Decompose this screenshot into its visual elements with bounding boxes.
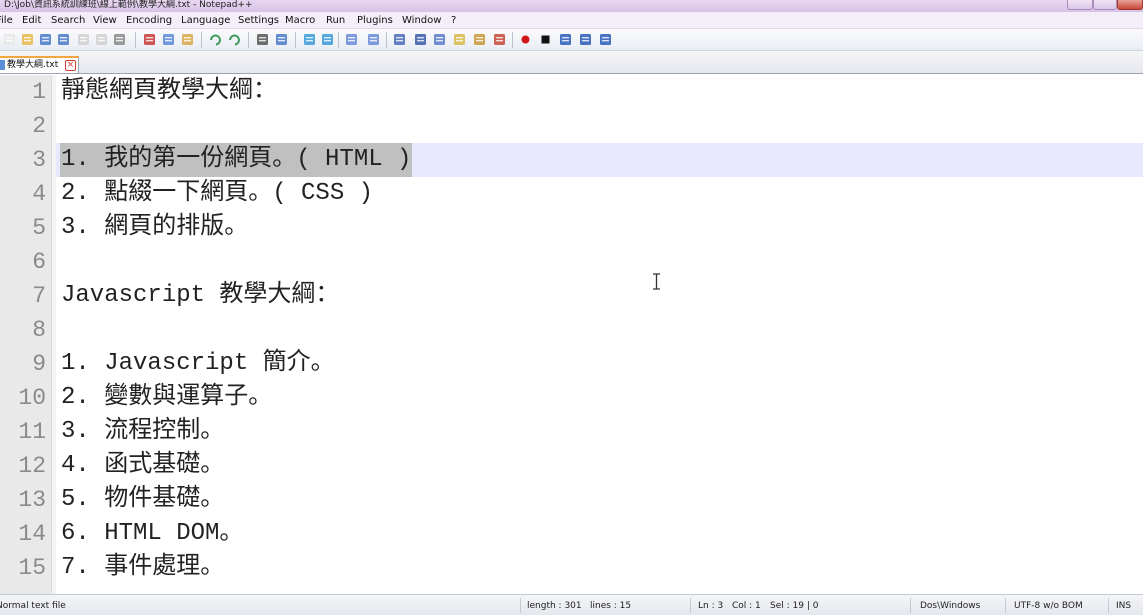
maximize-button[interactable] <box>1093 0 1117 10</box>
save-icon[interactable] <box>38 32 53 47</box>
close-window-button[interactable] <box>1117 0 1143 10</box>
save-macro-icon[interactable] <box>598 32 613 47</box>
editor[interactable]: 1 靜態網頁教學大綱： 2 3 1. 我的第一份網頁。( HTML ) 4 2. 點綴一下網… <box>0 75 1143 594</box>
find-icon[interactable] <box>255 32 270 47</box>
status-col: Col : 1 <box>732 601 761 611</box>
line-number: 2 <box>32 113 46 139</box>
sync-horizontal-icon[interactable] <box>366 32 381 47</box>
window-title: D:\Job\資訊系統訓練班\線上範例\教學大綱.txt - Notepad++ <box>4 0 253 10</box>
editor-line: 2. 點綴一下網頁。( CSS ) <box>61 180 374 207</box>
line-number: 9 <box>32 351 46 377</box>
save-all-icon[interactable] <box>56 32 71 47</box>
menu-settings[interactable]: Settings <box>238 14 279 27</box>
tab-close-icon[interactable]: × <box>65 60 76 71</box>
close-all-icon[interactable] <box>94 32 109 47</box>
status-eol: Dos\Windows <box>920 601 981 611</box>
line-number: 6 <box>32 249 46 275</box>
word-wrap-icon[interactable] <box>392 32 407 47</box>
toolbar <box>0 29 1143 51</box>
tab-label: 教學大綱.txt <box>7 60 59 70</box>
menu-file[interactable]: File <box>0 14 13 27</box>
menu-window[interactable]: Window <box>402 14 441 27</box>
status-sel: Sel : 19 | 0 <box>770 601 819 611</box>
editor-line: 6. HTML DOM。 <box>61 520 244 547</box>
editor-line: 靜態網頁教學大綱： <box>61 78 277 105</box>
line-number: 8 <box>32 317 46 343</box>
sync-vertical-icon[interactable] <box>344 32 359 47</box>
copy-icon[interactable] <box>161 32 176 47</box>
menu-macro[interactable]: Macro <box>285 14 315 27</box>
minimize-button[interactable] <box>1067 0 1093 10</box>
new-file-icon[interactable] <box>2 32 17 47</box>
menu-view[interactable]: View <box>93 14 117 27</box>
menu-search[interactable]: Search <box>51 14 85 27</box>
print-icon[interactable] <box>112 32 127 47</box>
menu-plugins[interactable]: Plugins <box>357 14 393 27</box>
menu-help[interactable]: ? <box>451 14 456 27</box>
line-number: 15 <box>18 555 46 581</box>
tab-bar: 教學大綱.txt × <box>0 51 1143 74</box>
tab-document[interactable]: 教學大綱.txt × <box>0 56 79 73</box>
open-file-icon[interactable] <box>20 32 35 47</box>
status-ln: Ln : 3 <box>698 601 724 611</box>
line-number: 5 <box>32 215 46 241</box>
redo-icon[interactable] <box>227 32 242 47</box>
zoom-in-icon[interactable] <box>302 32 317 47</box>
editor-line: 2. 變數與運算子。 <box>61 384 273 411</box>
replace-icon[interactable] <box>274 32 289 47</box>
paste-icon[interactable] <box>180 32 195 47</box>
status-file-type: Normal text file <box>0 601 66 611</box>
line-number: 7 <box>32 283 46 309</box>
title-bar: D:\Job\資訊系統訓練班\線上範例\教學大綱.txt - Notepad++ <box>0 0 1143 12</box>
line-number: 12 <box>18 453 46 479</box>
status-bar: Normal text file length : 301 lines : 15… <box>0 594 1143 615</box>
file-icon <box>0 60 5 70</box>
menu-edit[interactable]: Edit <box>22 14 41 27</box>
menu-encoding[interactable]: Encoding <box>126 14 172 27</box>
close-icon[interactable] <box>76 32 91 47</box>
record-macro-icon[interactable] <box>518 32 533 47</box>
status-encoding: UTF-8 w/o BOM <box>1014 601 1083 611</box>
show-all-chars-icon[interactable] <box>413 32 428 47</box>
text-cursor-icon <box>653 273 660 290</box>
zoom-out-icon[interactable] <box>320 32 335 47</box>
run-macro-multiple-icon[interactable] <box>578 32 593 47</box>
indent-guide-icon[interactable] <box>432 32 447 47</box>
editor-line: 3. 網頁的排版。 <box>61 214 249 241</box>
play-macro-icon[interactable] <box>558 32 573 47</box>
menu-language[interactable]: Language <box>181 14 230 27</box>
editor-line: 1. 我的第一份網頁。( HTML ) <box>61 146 412 173</box>
undo-icon[interactable] <box>208 32 223 47</box>
line-number: 14 <box>18 521 46 547</box>
user-language-icon[interactable] <box>452 32 467 47</box>
function-list-icon[interactable] <box>492 32 507 47</box>
editor-line: 4. 函式基礎。 <box>61 452 225 479</box>
cut-icon[interactable] <box>142 32 157 47</box>
status-length: length : 301 <box>527 601 582 611</box>
editor-line: 7. 事件處理。 <box>61 554 225 581</box>
stop-macro-icon[interactable] <box>538 32 553 47</box>
status-lines: lines : 15 <box>590 601 632 611</box>
editor-line: 5. 物件基礎。 <box>61 486 225 513</box>
document-map-icon[interactable] <box>472 32 487 47</box>
line-number: 3 <box>32 147 46 173</box>
status-mode: INS <box>1116 601 1132 611</box>
editor-line: 3. 流程控制。 <box>61 418 225 445</box>
editor-line: 1. Javascript 簡介。 <box>61 350 335 377</box>
line-number: 13 <box>18 487 46 513</box>
editor-line: Javascript 教學大綱： <box>61 282 340 309</box>
menu-bar: File Edit Search View Encoding Language Settin… <box>0 12 1143 29</box>
line-number: 10 <box>18 385 46 411</box>
line-number: 11 <box>18 419 46 445</box>
line-number: 1 <box>32 79 46 105</box>
line-number: 4 <box>32 181 46 207</box>
menu-run[interactable]: Run <box>326 14 345 27</box>
